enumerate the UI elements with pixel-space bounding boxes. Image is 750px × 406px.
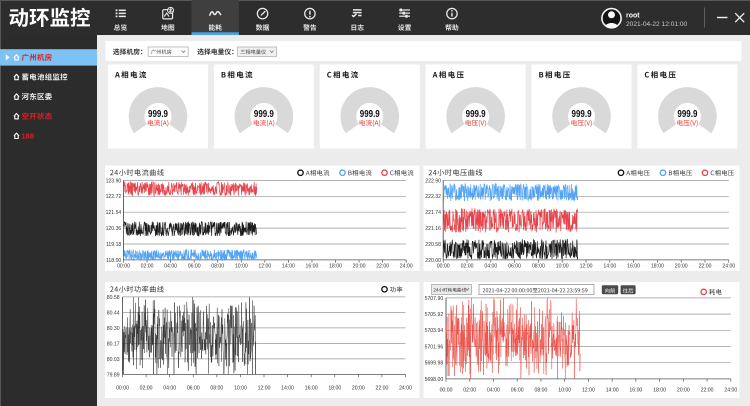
svg-text:119.18: 119.18	[106, 242, 121, 248]
svg-text:5701.96: 5701.96	[425, 344, 444, 350]
svg-text:16:00: 16:00	[629, 387, 642, 393]
svg-text:12:00: 12:00	[580, 264, 593, 270]
svg-text:188: 188	[22, 132, 35, 141]
svg-text:5703.94: 5703.94	[425, 328, 444, 334]
svg-text:08:00: 08:00	[534, 387, 547, 393]
svg-text:999.9: 999.9	[148, 109, 168, 120]
svg-text:04:00: 04:00	[163, 385, 176, 391]
svg-text:18:00: 18:00	[329, 264, 342, 270]
svg-text:08:00: 08:00	[210, 385, 223, 391]
svg-text:80.03: 80.03	[107, 357, 120, 363]
svg-text:80.17: 80.17	[107, 341, 120, 347]
svg-text:00:00: 00:00	[437, 264, 450, 270]
svg-text:999.9: 999.9	[677, 109, 697, 120]
svg-text:root: root	[626, 12, 640, 19]
svg-text:10:00: 10:00	[556, 264, 569, 270]
svg-text:22:00: 22:00	[376, 264, 389, 270]
svg-text:04:00: 04:00	[164, 264, 177, 270]
svg-text:08:00: 08:00	[532, 264, 545, 270]
svg-text:5705.92: 5705.92	[425, 312, 444, 318]
svg-text:80.44: 80.44	[107, 310, 120, 316]
svg-text:16:00: 16:00	[305, 385, 318, 391]
svg-text:5698.00: 5698.00	[425, 377, 444, 383]
svg-text:24:00: 24:00	[400, 264, 413, 270]
svg-text:08:00: 08:00	[211, 264, 224, 270]
svg-text:22:00: 22:00	[701, 387, 714, 393]
svg-text:20:00: 20:00	[352, 385, 365, 391]
svg-text:12:00: 12:00	[582, 387, 595, 393]
svg-text:20:00: 20:00	[353, 264, 366, 270]
svg-text:22:00: 22:00	[699, 264, 712, 270]
svg-text:00:00: 00:00	[116, 385, 129, 391]
svg-text:999.9: 999.9	[360, 109, 380, 120]
svg-text:04:00: 04:00	[487, 387, 500, 393]
svg-text:14:00: 14:00	[282, 264, 295, 270]
svg-text:5699.98: 5699.98	[425, 361, 444, 367]
svg-text:2021-04-22 12:01:00: 2021-04-22 12:01:00	[626, 21, 688, 28]
svg-text:02:00: 02:00	[140, 385, 153, 391]
svg-text:221.74: 221.74	[425, 210, 441, 216]
svg-text:10:00: 10:00	[558, 387, 571, 393]
svg-text:999.9: 999.9	[254, 109, 274, 120]
svg-text:5707.90: 5707.90	[425, 296, 444, 302]
svg-text:12:00: 12:00	[258, 385, 271, 391]
svg-text:20:00: 20:00	[677, 387, 690, 393]
svg-text:06:00: 06:00	[188, 264, 201, 270]
svg-text:20:00: 20:00	[675, 264, 688, 270]
svg-text:222.32: 222.32	[425, 194, 441, 200]
svg-text:14:00: 14:00	[603, 264, 616, 270]
svg-text:06:00: 06:00	[187, 385, 200, 391]
svg-text:10:00: 10:00	[235, 264, 248, 270]
svg-text:02:00: 02:00	[461, 264, 474, 270]
svg-text:00:00: 00:00	[440, 387, 453, 393]
svg-text:221.16: 221.16	[425, 226, 441, 232]
svg-text:24:00: 24:00	[722, 264, 735, 270]
svg-text:06:00: 06:00	[508, 264, 521, 270]
svg-text:16:00: 16:00	[627, 264, 640, 270]
svg-text:00:00: 00:00	[117, 264, 130, 270]
svg-text:16:00: 16:00	[306, 264, 319, 270]
svg-text:10:00: 10:00	[234, 385, 247, 391]
svg-text:14:00: 14:00	[606, 387, 619, 393]
svg-text:999.9: 999.9	[466, 109, 486, 120]
svg-text:22:00: 22:00	[375, 385, 388, 391]
svg-text:123.90: 123.90	[106, 178, 122, 184]
svg-text:222.90: 222.90	[425, 178, 441, 184]
svg-text:122.72: 122.72	[106, 194, 122, 200]
svg-text:04:00: 04:00	[484, 264, 497, 270]
svg-text:12:00: 12:00	[258, 264, 271, 270]
svg-text:02:00: 02:00	[463, 387, 476, 393]
svg-text:18:00: 18:00	[653, 387, 666, 393]
svg-text:121.54: 121.54	[106, 210, 122, 216]
svg-text:02:00: 02:00	[141, 264, 154, 270]
svg-text:24:00: 24:00	[724, 387, 737, 393]
svg-text:18:00: 18:00	[651, 264, 664, 270]
svg-text:80.58: 80.58	[107, 295, 120, 301]
svg-text:120.36: 120.36	[106, 226, 122, 232]
svg-text:24:00: 24:00	[399, 385, 412, 391]
svg-text:999.9: 999.9	[572, 109, 592, 120]
svg-text:14:00: 14:00	[281, 385, 294, 391]
svg-text:79.89: 79.89	[107, 372, 120, 378]
svg-text:06:00: 06:00	[511, 387, 524, 393]
svg-text:220.58: 220.58	[425, 242, 441, 248]
svg-text:18:00: 18:00	[328, 385, 341, 391]
svg-text:80.30: 80.30	[107, 326, 120, 332]
